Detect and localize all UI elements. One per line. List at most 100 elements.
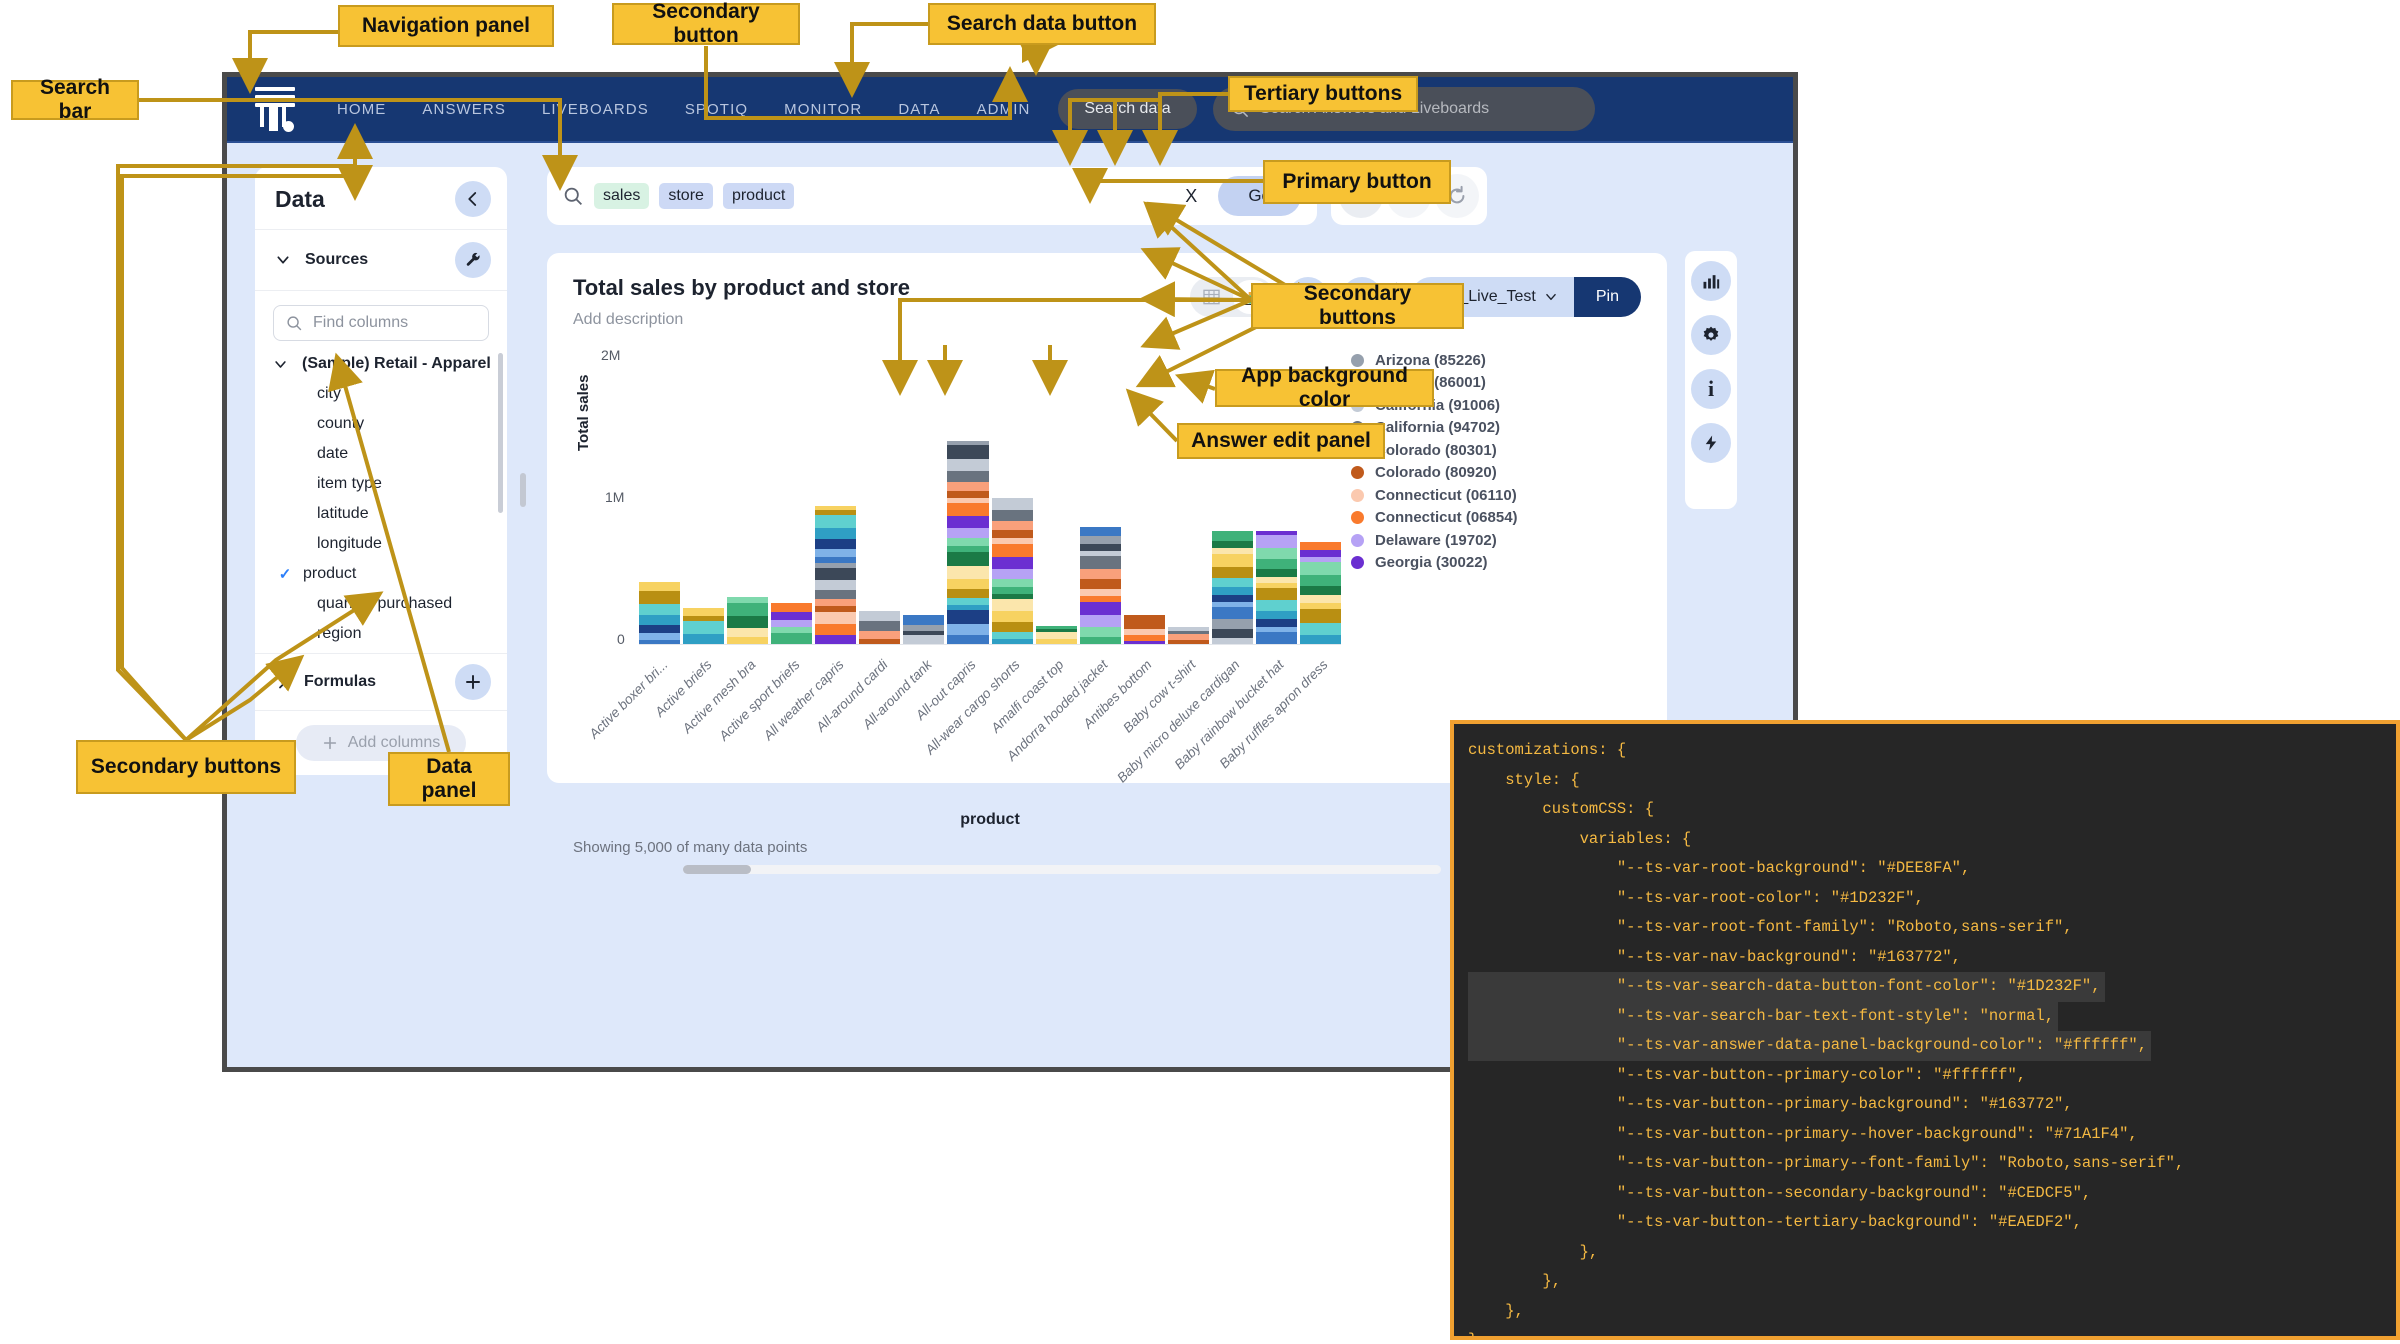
bar[interactable]	[859, 610, 901, 645]
bar-segment	[815, 624, 857, 636]
nav-link-spotiq[interactable]: SPOTIQ	[685, 101, 748, 118]
x-tick-label: Active boxer bri...	[585, 657, 671, 742]
bar-segment	[1211, 531, 1253, 542]
column-item-region[interactable]: region	[273, 619, 507, 649]
nav-link-liveboards[interactable]: LIVEBOARDS	[542, 101, 649, 118]
annotation-secondary-buttons-right: Secondary buttons	[1251, 282, 1464, 329]
plus-icon	[466, 675, 480, 689]
bar-segment	[947, 598, 989, 606]
code-line: "--ts-var-search-data-button-font-color"…	[1468, 972, 2105, 1002]
bar[interactable]	[1035, 625, 1077, 645]
bar-segment	[947, 481, 989, 491]
column-item-quantity-purchased[interactable]: quantity purchased	[273, 589, 507, 619]
bar[interactable]	[947, 441, 989, 645]
sources-section-header[interactable]: Sources	[255, 230, 507, 291]
bar-segment	[1211, 606, 1253, 619]
bar-segment	[771, 612, 813, 621]
thoughtspot-logo-icon[interactable]	[253, 85, 297, 133]
legend-item[interactable]: Connecticut (06854)	[1351, 507, 1641, 530]
bar-segment	[859, 630, 901, 639]
column-item-county[interactable]: county	[273, 409, 507, 439]
source-row[interactable]: (Sample) Retail - Apparel	[273, 347, 507, 379]
bar-segment	[1079, 615, 1121, 627]
search-bar[interactable]: sales store product X Go	[547, 167, 1317, 225]
search-chip-product[interactable]: product	[722, 183, 795, 209]
nav-link-monitor[interactable]: MONITOR	[784, 101, 862, 118]
panel-splitter-handle[interactable]	[520, 473, 526, 507]
search-chip-store[interactable]: store	[659, 183, 713, 209]
bar[interactable]	[1079, 526, 1121, 645]
legend-label: Georgia (30022)	[1375, 554, 1488, 572]
chart-scrollbar-thumb[interactable]	[683, 865, 751, 874]
find-columns-input[interactable]: Find columns	[273, 305, 489, 341]
bar-segment	[639, 615, 681, 626]
legend-item[interactable]: Georgia (30022)	[1351, 552, 1641, 575]
legend-item[interactable]: California (94702)	[1351, 417, 1641, 440]
columns-scrollbar[interactable]	[498, 353, 503, 513]
column-item-item-type[interactable]: item type	[273, 469, 507, 499]
data-panel-title: Data	[275, 185, 325, 212]
column-item-product[interactable]: ✓ product	[273, 559, 507, 589]
code-line: "--ts-var-root-color": "#1D232F",	[1468, 888, 1924, 907]
clear-search-button[interactable]: X	[1174, 179, 1208, 213]
search-data-button[interactable]: Search data	[1058, 89, 1197, 129]
legend-swatch	[1351, 533, 1364, 547]
bar[interactable]	[903, 615, 945, 645]
code-line: variables: {	[1468, 829, 1692, 848]
column-item-city[interactable]: city	[273, 379, 507, 409]
bar[interactable]	[1123, 615, 1165, 645]
legend-item[interactable]: Colorado (80301)	[1351, 439, 1641, 462]
code-line: },	[1468, 1242, 1599, 1261]
column-item-latitude[interactable]: latitude	[273, 499, 507, 529]
legend-label: Connecticut (06854)	[1375, 509, 1518, 527]
nav-link-admin[interactable]: ADMIN	[977, 101, 1031, 118]
search-chip-sales[interactable]: sales	[594, 183, 650, 209]
bar-segment	[991, 556, 1033, 569]
chart-horizontal-scrollbar[interactable]	[683, 865, 1441, 874]
legend-label: Colorado (80301)	[1375, 441, 1497, 459]
bar-segment	[991, 530, 1033, 538]
column-item-longitude[interactable]: longitude	[273, 529, 507, 559]
add-formula-button[interactable]	[455, 664, 491, 700]
chart-settings-button[interactable]	[1691, 315, 1731, 355]
formulas-section-header[interactable]: Formulas	[255, 653, 507, 711]
nav-link-answers[interactable]: ANSWERS	[422, 101, 506, 118]
table-view-button[interactable]	[1193, 280, 1231, 314]
bar-segment	[947, 503, 989, 517]
column-item-date[interactable]: date	[273, 439, 507, 469]
bar[interactable]	[991, 498, 1033, 645]
configure-sources-button[interactable]	[455, 242, 491, 278]
bar-segment	[815, 590, 857, 599]
bar[interactable]	[1167, 627, 1209, 645]
chart-type-button[interactable]	[1691, 261, 1731, 301]
bar-segment	[1299, 574, 1341, 586]
code-line: "--ts-var-button--secondary-background":…	[1468, 1183, 2092, 1202]
chevron-down-icon	[275, 360, 286, 368]
collapse-data-panel-button[interactable]	[455, 181, 491, 217]
answer-title-group: Total sales by product and store Add des…	[573, 275, 910, 329]
bar[interactable]	[727, 597, 769, 645]
column-item-sales[interactable]: ✓sales	[273, 649, 507, 653]
pin-button[interactable]: Pin	[1573, 277, 1641, 317]
bar-segment	[1123, 615, 1165, 629]
legend-item[interactable]: Delaware (19702)	[1351, 529, 1641, 552]
annotation-data-panel-ann: Data panel	[388, 752, 510, 806]
bar-segment	[1211, 566, 1253, 578]
legend-item[interactable]: Connecticut (06110)	[1351, 484, 1641, 507]
bar[interactable]	[1299, 541, 1341, 645]
bar[interactable]	[683, 607, 725, 645]
bar[interactable]	[639, 581, 681, 645]
bar-segment	[1035, 631, 1077, 639]
legend-item[interactable]: Colorado (80920)	[1351, 462, 1641, 485]
bar[interactable]	[815, 505, 857, 645]
nav-link-data[interactable]: DATA	[898, 101, 940, 118]
nav-link-home[interactable]: HOME	[337, 101, 386, 118]
bar[interactable]	[771, 603, 813, 645]
info-button[interactable]: i	[1691, 369, 1731, 409]
answer-description[interactable]: Add description	[573, 311, 910, 329]
bar[interactable]	[1211, 531, 1253, 645]
gear-icon	[1703, 326, 1719, 341]
spotiq-button[interactable]	[1691, 423, 1731, 463]
x-axis-line	[639, 644, 1341, 645]
bar[interactable]	[1255, 531, 1297, 645]
